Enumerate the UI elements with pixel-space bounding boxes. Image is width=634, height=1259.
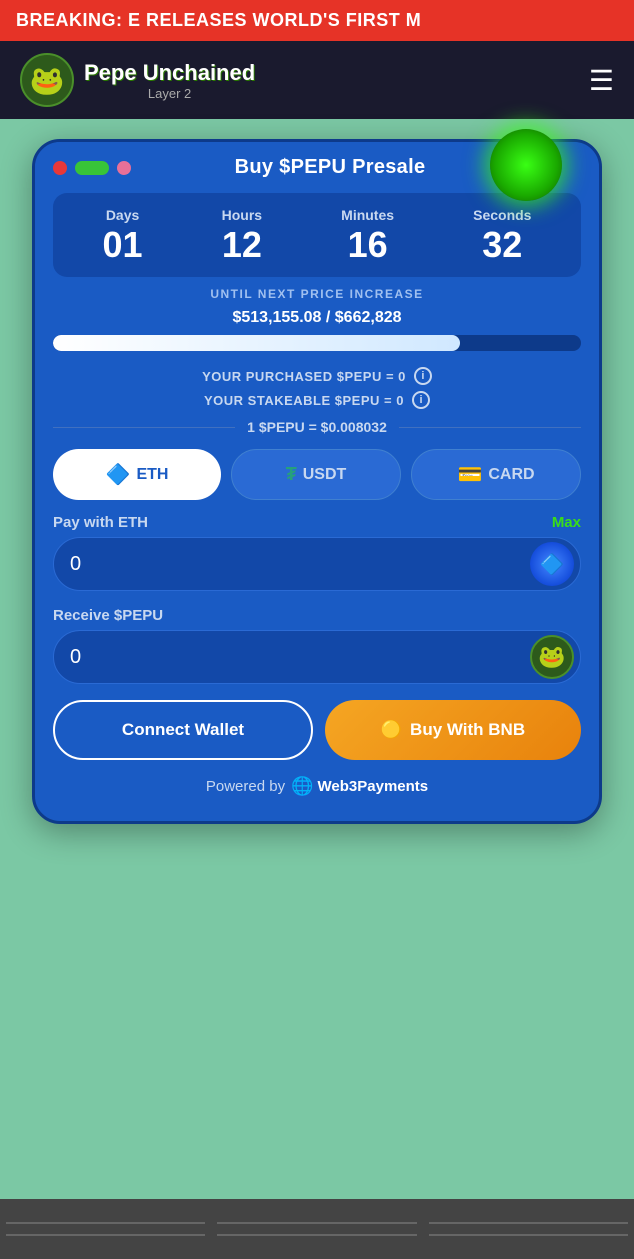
- pay-input-wrap: 🔷: [53, 537, 581, 591]
- pay-input[interactable]: [70, 543, 530, 586]
- main-background: Buy $PEPU Presale Days 01 Hours 12 Minut…: [0, 119, 634, 1199]
- card-container: Buy $PEPU Presale Days 01 Hours 12 Minut…: [32, 139, 602, 824]
- tab-eth[interactable]: 🔷 ETH: [53, 449, 221, 500]
- web3-brand-label: Web3Payments: [318, 778, 429, 795]
- price-line-left: [53, 427, 235, 428]
- logo: 🐸 Pepe Unchained Layer 2: [20, 53, 255, 107]
- minutes-label: Minutes: [341, 207, 394, 223]
- grid-line: [429, 1222, 628, 1224]
- grid-lines-2: [0, 1231, 634, 1239]
- breaking-banner: BREAKING: E RELEASES WORLD'S FIRST M: [0, 0, 634, 41]
- stakeable-text: YOUR STAKEABLE $PEPU = 0: [204, 393, 404, 408]
- tab-usdt[interactable]: ₮ USDT: [231, 449, 401, 500]
- brand-second: Unchained: [143, 60, 255, 85]
- hamburger-icon[interactable]: ☰: [589, 64, 614, 97]
- hours-value: 12: [222, 227, 262, 263]
- tab-eth-label: ETH: [136, 466, 168, 484]
- dot-red: [53, 161, 67, 175]
- grid-line: [429, 1234, 628, 1236]
- logo-icon: 🐸: [20, 53, 74, 107]
- main-card: Buy $PEPU Presale Days 01 Hours 12 Minut…: [32, 139, 602, 824]
- pay-label: Pay with ETH: [53, 514, 148, 531]
- max-button[interactable]: Max: [552, 514, 581, 531]
- powered-by-row: Powered by 🌐 Web3Payments: [35, 776, 599, 797]
- web3payments-brand: 🌐 Web3Payments: [291, 776, 428, 797]
- buy-with-bnb-button[interactable]: 🟡 Buy With BNB: [325, 700, 581, 760]
- payment-tabs: 🔷 ETH ₮ USDT 💳 CARD: [53, 449, 581, 500]
- bottom-grid: [0, 1199, 634, 1259]
- grid-line: [217, 1222, 416, 1224]
- days-label: Days: [106, 207, 139, 223]
- receive-input[interactable]: [70, 636, 530, 679]
- tab-usdt-label: USDT: [303, 466, 347, 484]
- glow-circle: [490, 129, 562, 201]
- eth-icon: 🔷: [106, 462, 131, 487]
- receive-label-row: Receive $PEPU: [53, 607, 581, 624]
- purchased-text: YOUR PURCHASED $PEPU = 0: [202, 369, 406, 384]
- price-text: 1 $PEPU = $0.008032: [247, 419, 387, 435]
- progress-bar-wrap: [53, 335, 581, 351]
- usdt-icon: ₮: [286, 464, 297, 485]
- stakeable-info-icon[interactable]: i: [412, 391, 430, 409]
- grid-line: [6, 1222, 205, 1224]
- header: 🐸 Pepe Unchained Layer 2 ☰: [0, 41, 634, 119]
- bnb-coin-icon: 🟡: [381, 720, 402, 740]
- seconds-label: Seconds: [473, 207, 531, 223]
- countdown-box: Days 01 Hours 12 Minutes 16 Seconds 32: [53, 193, 581, 277]
- eth-input-icon: 🔷: [530, 542, 574, 586]
- brand-layer: Layer 2: [84, 86, 255, 101]
- progress-amount: $513,155.08 / $662,828: [35, 309, 599, 327]
- pepe-input-icon: 🐸: [530, 635, 574, 679]
- countdown-minutes: Minutes 16: [341, 207, 394, 263]
- dot-green: [75, 161, 109, 175]
- receive-input-wrap: 🐸: [53, 630, 581, 684]
- seconds-value: 32: [482, 227, 522, 263]
- connect-wallet-button[interactable]: Connect Wallet: [53, 700, 313, 760]
- buttons-row: Connect Wallet 🟡 Buy With BNB: [53, 700, 581, 760]
- countdown-days: Days 01: [103, 207, 143, 263]
- days-value: 01: [103, 227, 143, 263]
- until-text: UNTIL NEXT PRICE INCREASE: [35, 287, 599, 301]
- receive-label: Receive $PEPU: [53, 607, 163, 624]
- countdown-seconds: Seconds 32: [473, 207, 531, 263]
- brand-first: Pepe: [84, 60, 143, 85]
- web3-icon: 🌐: [291, 776, 313, 797]
- powered-by-text: Powered by: [206, 778, 285, 795]
- hours-label: Hours: [222, 207, 262, 223]
- tab-card-label: CARD: [488, 466, 534, 484]
- price-line-right: [399, 427, 581, 428]
- purchased-row: YOUR PURCHASED $PEPU = 0 i: [35, 367, 599, 385]
- brand-name: Pepe Unchained: [84, 60, 255, 86]
- price-row: 1 $PEPU = $0.008032: [53, 419, 581, 435]
- buy-btn-label: Buy With BNB: [410, 720, 525, 740]
- dot-pink: [117, 161, 131, 175]
- grid-line: [217, 1234, 416, 1236]
- logo-text: Pepe Unchained Layer 2: [84, 60, 255, 101]
- tab-card[interactable]: 💳 CARD: [411, 449, 581, 500]
- pay-label-row: Pay with ETH Max: [53, 514, 581, 531]
- purchased-info-icon[interactable]: i: [414, 367, 432, 385]
- countdown-hours: Hours 12: [222, 207, 262, 263]
- grid-line: [6, 1234, 205, 1236]
- card-icon: 💳: [457, 462, 482, 487]
- minutes-value: 16: [348, 227, 388, 263]
- progress-bar-fill: [53, 335, 460, 351]
- grid-lines-1: [0, 1219, 634, 1227]
- stakeable-row: YOUR STAKEABLE $PEPU = 0 i: [35, 391, 599, 409]
- card-title: Buy $PEPU Presale: [139, 156, 521, 179]
